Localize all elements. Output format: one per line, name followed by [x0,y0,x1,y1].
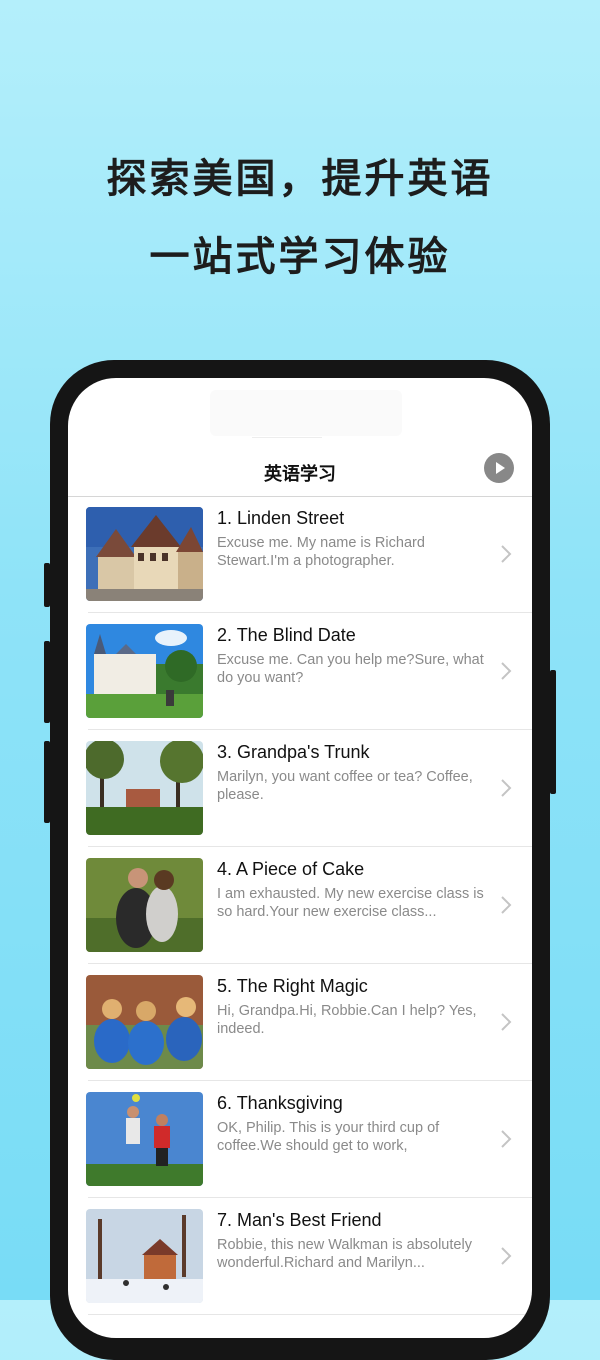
lesson-thumbnail [86,1209,203,1303]
lesson-thumbnail [86,858,203,952]
lesson-title: 4. A Piece of Cake [217,859,365,879]
chevron-right-icon [501,1130,512,1148]
lesson-thumbnail [86,741,203,835]
lesson-row[interactable]: 5. The Right Magic Hi, Grandpa.Hi, Robbi… [68,964,532,1081]
lesson-subtitle: Excuse me. Can you help me?Sure, what do… [217,652,484,686]
phone-frame: 英语学习 1. Linden Street Excuse me. My name… [50,360,550,1360]
phone-screen: 英语学习 1. Linden Street Excuse me. My name… [68,378,532,1338]
lesson-subtitle: Robbie, this new Walkman is absolutely w… [217,1237,472,1271]
chevron-right-icon [501,662,512,680]
lesson-thumbnail [86,975,203,1069]
status-divider [252,437,322,438]
chevron-right-icon [501,545,512,563]
chevron-right-icon [501,896,512,914]
lesson-title: 5. The Right Magic [217,976,368,996]
lesson-title: 7. Man's Best Friend [217,1210,382,1230]
lesson-row[interactable]: 6. Thanksgiving OK, Philip. This is your… [68,1081,532,1198]
lesson-title: 6. Thanksgiving [217,1093,343,1113]
lesson-row[interactable]: 3. Grandpa's Trunk Marilyn, you want cof… [68,730,532,847]
lesson-thumbnail [86,507,203,601]
lesson-subtitle: Marilyn, you want coffee or tea? Coffee,… [217,769,473,803]
promo-headline-2: 一站式学习体验 [149,234,451,280]
lesson-list: 1. Linden Street Excuse me. My name is R… [68,496,532,1315]
lesson-thumbnail [86,1092,203,1186]
lesson-thumbnail [86,624,203,718]
row-divider [88,1314,532,1315]
status-area [210,390,402,436]
lesson-title: 3. Grandpa's Trunk [217,742,370,762]
chevron-right-icon [501,779,512,797]
lesson-row[interactable]: 4. A Piece of Cake I am exhausted. My ne… [68,847,532,964]
lesson-title: 2. The Blind Date [217,625,356,645]
chevron-right-icon [501,1013,512,1031]
lesson-title: 1. Linden Street [217,508,345,528]
nav-bar: 英语学习 [68,448,532,497]
lesson-subtitle: I am exhausted. My new exercise class is… [217,886,484,920]
lesson-subtitle: Hi, Grandpa.Hi, Robbie.Can I help? Yes, … [217,1003,477,1037]
lesson-row[interactable]: 2. The Blind Date Excuse me. Can you hel… [68,613,532,730]
phone-power-button [550,670,556,794]
lesson-subtitle: OK, Philip. This is your third cup of co… [217,1120,440,1154]
chevron-right-icon [501,1247,512,1265]
lesson-row[interactable]: 7. Man's Best Friend Robbie, this new Wa… [68,1198,532,1315]
nav-title: 英语学习 [264,464,336,485]
play-circle-icon[interactable] [484,453,514,483]
lesson-row[interactable]: 1. Linden Street Excuse me. My name is R… [68,496,532,613]
lesson-subtitle: Excuse me. My name is Richard Stewart.I'… [217,535,425,569]
promo-headline-1: 探索美国，提升英语 [106,156,494,202]
